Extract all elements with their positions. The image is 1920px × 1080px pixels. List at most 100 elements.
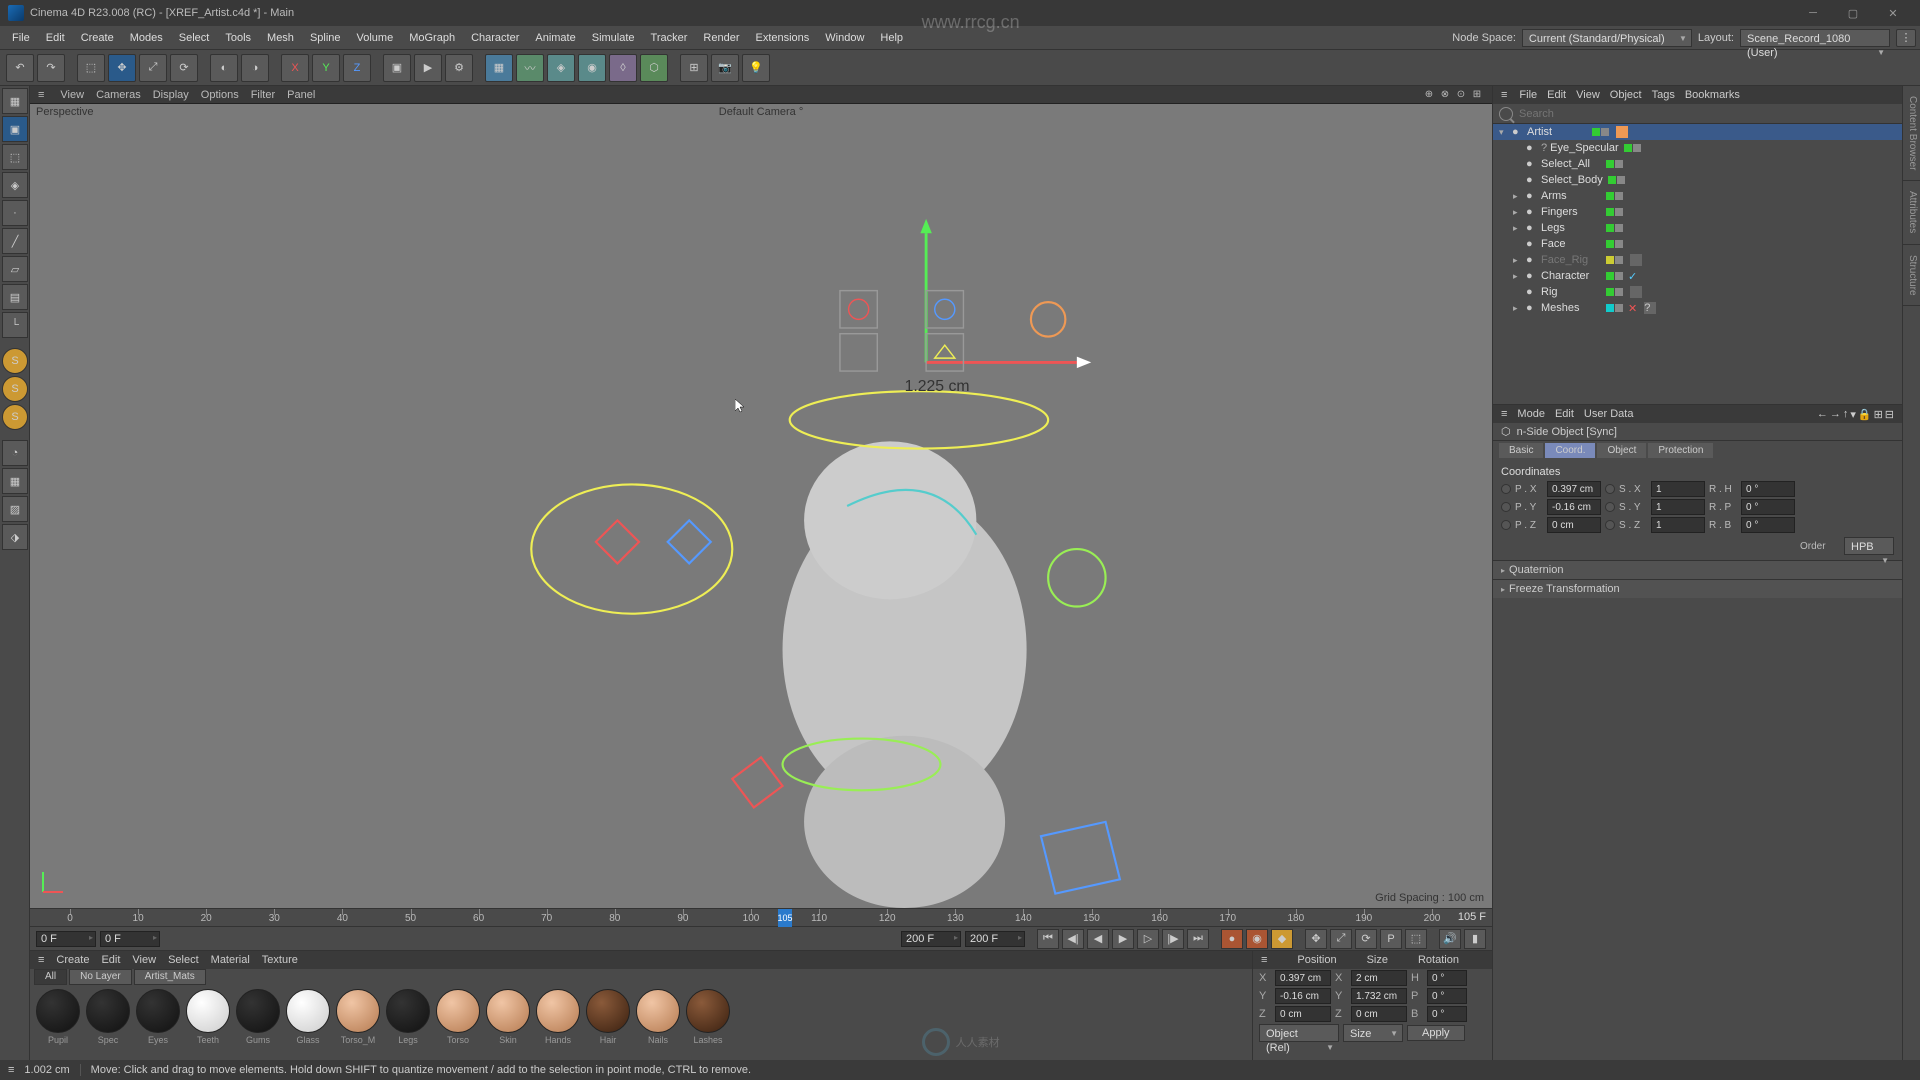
object-tree[interactable]: ▾●Artist●?Eye_Specular●Select_All●Select… [1493,124,1902,404]
attr-nav-fwd-icon[interactable]: → [1830,408,1841,421]
attr-hamburger-icon[interactable]: ≡ [1501,408,1507,420]
preview-end-field[interactable]: 200 F [901,931,961,947]
cube-primitive[interactable]: ▦ [485,54,513,82]
timeline-playhead[interactable]: 105 [778,909,792,927]
menu-file[interactable]: File [4,29,38,47]
axis-mode-button[interactable]: └ [2,312,28,338]
obj-menu-edit[interactable]: Edit [1547,89,1566,101]
scene-button[interactable]: ⊞ [680,54,708,82]
attr-scale-field[interactable] [1651,517,1705,533]
snap-s3-button[interactable]: S [2,404,28,430]
material-item[interactable]: Glass [284,989,332,1056]
vp-nav2-icon[interactable]: ⊗ [1438,88,1452,102]
attr-rot-field[interactable] [1741,481,1795,497]
attr-pos-field[interactable] [1547,499,1601,515]
mat-hamburger-icon[interactable]: ≡ [38,954,44,966]
goto-start-button[interactable]: ⏮ [1037,929,1059,949]
make-editable-button[interactable]: ▦ [2,88,28,114]
model-mode-button[interactable]: ▣ [2,116,28,142]
close-button[interactable]: ✕ [1874,2,1912,24]
rtab-content-browser[interactable]: Content Browser [1903,86,1920,181]
material-item[interactable]: Hands [534,989,582,1056]
snap-s1-button[interactable]: S [2,348,28,374]
x-axis-toggle[interactable]: X [281,54,309,82]
timeline-ruler[interactable]: 0102030405060708090100110120130140150160… [30,908,1492,926]
mat-menu-view[interactable]: View [132,954,156,966]
attr-scale-field[interactable] [1651,481,1705,497]
vp-menu-panel[interactable]: Panel [287,89,315,101]
param-key-toggle[interactable]: P [1380,929,1402,949]
vp-menu-cameras[interactable]: Cameras [96,89,141,101]
coord-pos-field[interactable] [1275,970,1331,986]
move-tool[interactable]: ✥ [108,54,136,82]
coord-mode-select[interactable]: Object (Rel) [1259,1024,1339,1042]
locked-tool[interactable]: ◑ [241,54,269,82]
material-item[interactable]: Gums [234,989,282,1056]
coord-rot-field[interactable] [1427,988,1467,1004]
object-row[interactable]: ●Face [1493,236,1902,252]
redo-button[interactable]: ↷ [37,54,65,82]
expand-icon[interactable]: ▸ [1513,303,1523,314]
mat-tab-artist[interactable]: Artist_Mats [134,969,206,985]
expand-icon[interactable]: ▸ [1513,271,1523,282]
spline-primitive[interactable]: 〰 [516,54,544,82]
coord-size-field[interactable] [1351,1006,1407,1022]
menu-mograph[interactable]: MoGraph [401,29,463,47]
menu-character[interactable]: Character [463,29,527,47]
snap-s2-button[interactable]: S [2,376,28,402]
node-space-select[interactable]: Current (Standard/Physical) [1522,29,1692,47]
expand-icon[interactable]: ▾ [1499,127,1509,138]
attr-scale-field[interactable] [1651,499,1705,515]
keyframe-sel-button[interactable]: ◆ [1271,929,1293,949]
object-row[interactable]: ●?Eye_Specular [1493,140,1902,156]
menu-tracker[interactable]: Tracker [643,29,696,47]
viewport-solo-button[interactable]: ◔ [2,440,28,466]
vp-menu-display[interactable]: Display [153,89,189,101]
attr-nav-up-icon[interactable]: ↑ [1843,408,1849,421]
goto-prev-key-button[interactable]: ◀| [1062,929,1084,949]
menu-create[interactable]: Create [73,29,122,47]
mat-tab-all[interactable]: All [34,969,67,985]
snap-toggle-button[interactable]: ▦ [2,468,28,494]
attr-tab-coord[interactable]: Coord. [1545,443,1595,458]
render-view-button[interactable]: ▣ [383,54,411,82]
menu-window[interactable]: Window [817,29,872,47]
material-item[interactable]: Nails [634,989,682,1056]
mat-menu-edit[interactable]: Edit [101,954,120,966]
attr-menu-userdata[interactable]: User Data [1584,408,1634,420]
mat-menu-material[interactable]: Material [211,954,250,966]
scale-key-toggle[interactable]: ⤢ [1330,929,1352,949]
expand-icon[interactable]: ▸ [1513,255,1523,266]
autokey-button[interactable]: ◉ [1246,929,1268,949]
coord-rot-field[interactable] [1427,970,1467,986]
goto-next-key-button[interactable]: |▶ [1162,929,1184,949]
camera-button[interactable]: 📷 [711,54,739,82]
render-settings-button[interactable]: ⚙ [445,54,473,82]
attr-pos-field[interactable] [1547,517,1601,533]
viewport-3d[interactable]: Perspective Default Camera ° [30,104,1492,908]
attr-lock-icon[interactable]: 🔒 [1858,408,1872,421]
light-button[interactable]: 💡 [742,54,770,82]
attr-filter-icon[interactable]: ▾ [1850,408,1856,421]
menu-mesh[interactable]: Mesh [259,29,302,47]
preview-start-field[interactable]: 0 F [100,931,160,947]
viewport-hamburger-icon[interactable]: ≡ [38,89,44,101]
object-row[interactable]: ▾●Artist [1493,124,1902,140]
vp-menu-view[interactable]: View [60,89,84,101]
coord-apply-button[interactable]: Apply [1407,1025,1465,1041]
obj-menu-tags[interactable]: Tags [1652,89,1675,101]
menu-volume[interactable]: Volume [349,29,402,47]
menu-help[interactable]: Help [872,29,911,47]
material-item[interactable]: Skin [484,989,532,1056]
object-row[interactable]: ▸●Legs [1493,220,1902,236]
record-button[interactable]: ● [1221,929,1243,949]
tag-icon[interactable] [1616,126,1628,138]
coord-pos-field[interactable] [1275,1006,1331,1022]
minimize-button[interactable]: ─ [1794,2,1832,24]
search-input[interactable] [1519,108,1896,120]
object-row[interactable]: ▸●Character✓ [1493,268,1902,284]
material-item[interactable]: Torso_M [334,989,382,1056]
generator-button[interactable]: ◈ [547,54,575,82]
attr-new-icon[interactable]: ⊞ [1874,408,1883,421]
attr-tab-object[interactable]: Object [1597,443,1646,458]
